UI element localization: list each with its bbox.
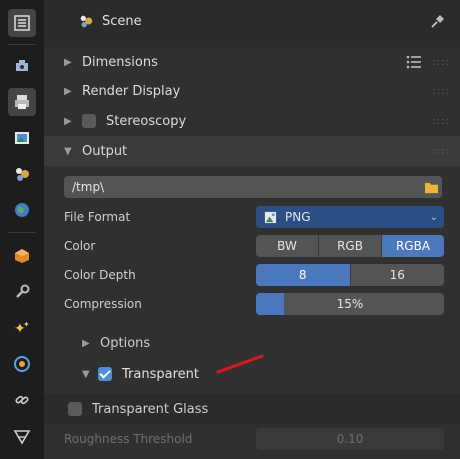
drag-handle-icon[interactable]: :::: — [433, 86, 450, 97]
presets-list-icon[interactable] — [406, 55, 422, 69]
view-layer-image-icon — [15, 132, 29, 144]
drag-handle-icon[interactable]: :::: — [433, 146, 450, 157]
tab-data[interactable] — [8, 422, 36, 450]
compression-value: 15% — [336, 297, 364, 311]
output-panel-body: /tmp\ File Format PNG ⌄ Color BW RGB RGB… — [44, 166, 460, 459]
panel-collapsed-icon: ▶ — [64, 85, 72, 97]
svg-text:✦: ✦ — [23, 320, 30, 329]
tab-render[interactable] — [8, 52, 36, 80]
panel-output[interactable]: ▼ Output :::: — [44, 136, 460, 166]
object-cube-icon — [15, 249, 29, 263]
transparent-label: Transparent — [122, 366, 199, 382]
compression-slider-fill — [256, 293, 285, 315]
panel-collapsed-icon: ▶ — [64, 56, 72, 68]
color-option-rgb[interactable]: RGB — [319, 235, 382, 257]
panel-title: Render Display — [82, 83, 181, 99]
color-depth-option-8[interactable]: 8 — [256, 264, 351, 286]
color-depth-option-16[interactable]: 16 — [350, 264, 444, 286]
scene-icon — [16, 168, 29, 181]
file-format-label: File Format — [64, 210, 131, 224]
stereoscopy-checkbox[interactable] — [82, 114, 96, 128]
tab-world[interactable] — [8, 196, 36, 224]
pin-icon[interactable] — [428, 13, 446, 31]
render-camera-icon — [16, 60, 28, 71]
output-path-value: /tmp\ — [72, 180, 105, 194]
compression-slider[interactable]: 15% — [256, 293, 444, 315]
tab-view-layer[interactable] — [8, 124, 36, 152]
image-file-icon — [264, 211, 277, 223]
panel-expanded-icon: ▼ — [64, 145, 72, 157]
wrench-icon — [16, 284, 30, 298]
panel-dimensions[interactable]: ▶ Dimensions :::: — [44, 46, 460, 77]
file-format-value: PNG — [285, 210, 311, 224]
constraint-chain-icon — [15, 395, 29, 405]
color-depth-selector[interactable]: 8 16 — [256, 264, 444, 286]
transparent-glass-row[interactable]: Transparent Glass — [44, 394, 460, 424]
panel-collapsed-icon: ▶ — [64, 115, 72, 127]
transparent-checkbox[interactable] — [98, 367, 112, 381]
properties-tab-bar: ✦ ✦ — [0, 0, 44, 459]
physics-icon — [14, 356, 30, 372]
color-option-bw[interactable]: BW — [256, 235, 319, 257]
panel-expanded-icon: ▼ — [82, 368, 90, 380]
header-title: Scene — [102, 14, 142, 29]
tab-particles[interactable]: ✦ ✦ — [8, 314, 36, 342]
tab-scene[interactable] — [8, 160, 36, 188]
panel-title: Output — [82, 143, 128, 159]
drag-handle-icon[interactable]: :::: — [433, 116, 450, 127]
roughness-threshold-field[interactable]: 0.10 — [256, 428, 444, 450]
transparent-glass-checkbox[interactable] — [68, 402, 82, 416]
particles-sparkle-icon: ✦✦ — [14, 320, 30, 337]
tab-object[interactable] — [8, 242, 36, 270]
color-option-rgba[interactable]: RGBA — [382, 235, 444, 257]
file-format-dropdown[interactable]: PNG ⌄ — [256, 206, 444, 228]
chevron-down-icon: ⌄ — [429, 211, 438, 223]
tab-modifiers[interactable] — [8, 278, 36, 306]
panel-collapsed-icon: ▶ — [82, 337, 90, 349]
tab-tool[interactable] — [8, 9, 36, 37]
properties-editor: Scene ▶ Dimensions :::: ▶ Render Display… — [44, 0, 460, 459]
red-annotation-stroke — [216, 354, 264, 374]
roughness-threshold-value: 0.10 — [336, 432, 364, 446]
subpanel-title: Options — [100, 335, 151, 351]
panel-title: Dimensions — [82, 54, 158, 70]
color-label: Color — [64, 239, 96, 253]
tab-output[interactable] — [8, 88, 36, 116]
drag-handle-icon[interactable]: :::: — [433, 57, 450, 68]
tab-physics[interactable] — [8, 350, 36, 378]
folder-icon — [424, 182, 438, 193]
output-printer-icon — [15, 95, 29, 109]
scene-icon — [80, 15, 93, 28]
properties-header: Scene — [44, 0, 460, 46]
tab-constraints[interactable] — [8, 386, 36, 414]
mesh-data-icon — [13, 430, 31, 445]
file-browse-button[interactable] — [420, 176, 442, 198]
output-path-field[interactable]: /tmp\ — [64, 176, 442, 198]
panel-title: Stereoscopy — [106, 113, 187, 129]
panel-render-display[interactable]: ▶ Render Display :::: — [44, 76, 460, 106]
color-mode-selector[interactable]: BW RGB RGBA — [256, 235, 444, 257]
color-depth-label: Color Depth — [64, 268, 136, 282]
roughness-threshold-label: Roughness Threshold — [64, 432, 193, 446]
panel-stereoscopy[interactable]: ▶ Stereoscopy :::: — [44, 106, 460, 136]
transparent-glass-label: Transparent Glass — [92, 401, 209, 417]
tool-icon — [14, 15, 30, 31]
world-icon — [15, 203, 29, 217]
compression-label: Compression — [64, 297, 142, 311]
